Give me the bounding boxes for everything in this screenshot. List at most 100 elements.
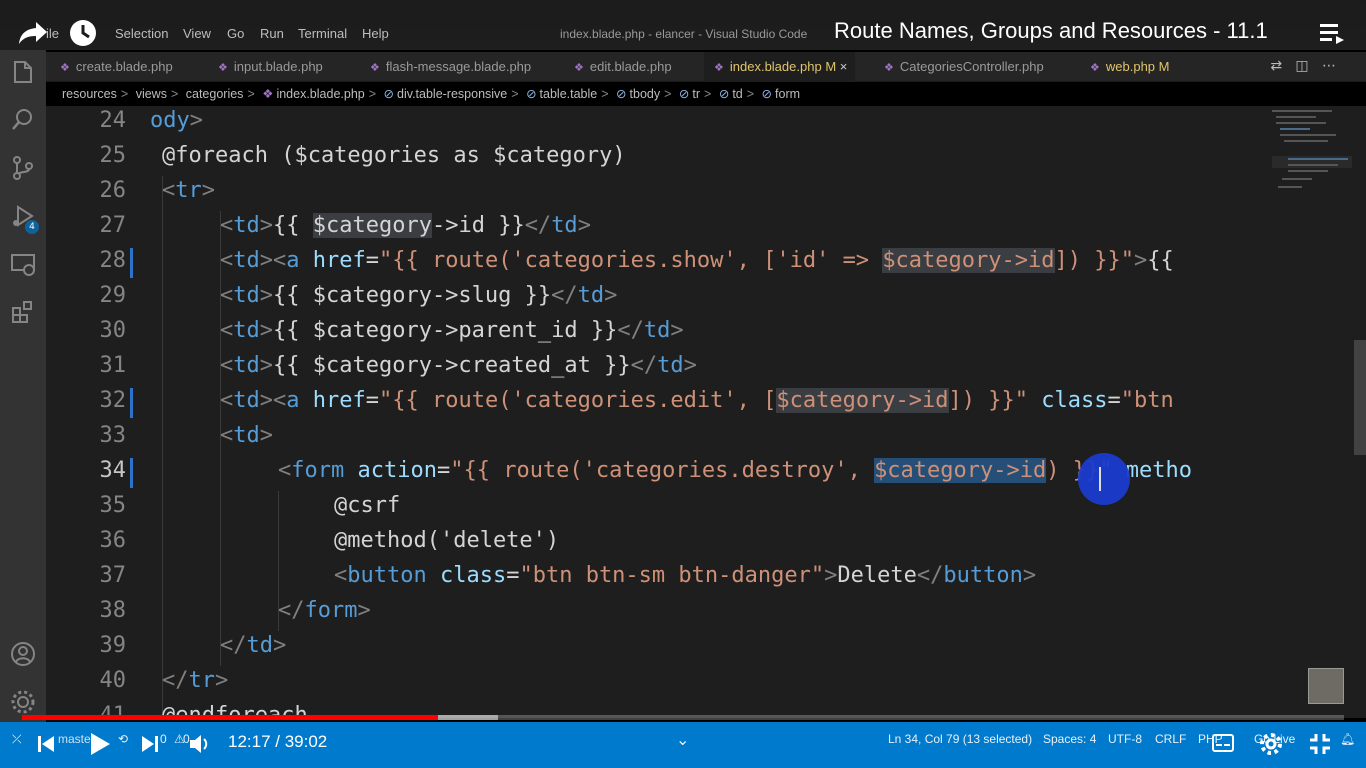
- line-number: 33: [99, 423, 127, 448]
- breadcrumb-item[interactable]: td: [732, 87, 742, 101]
- element-icon: ⊘: [718, 87, 730, 101]
- play-icon[interactable]: [88, 731, 112, 761]
- code-line: 27 <td>{{ $category->id }}</td>: [46, 211, 1268, 246]
- breadcrumb-item[interactable]: table.table: [540, 87, 598, 101]
- line-number: 29: [99, 283, 127, 308]
- editor-tab-bar: ❖ create.blade.php ❖ input.blade.php ❖ flas…: [46, 52, 1366, 82]
- playlist-icon[interactable]: [1320, 22, 1346, 44]
- tab-flash-message-blade[interactable]: ❖ flash-message.blade.php: [370, 52, 531, 82]
- video-time: 12:17 / 39:02: [228, 732, 328, 751]
- previous-icon[interactable]: [36, 734, 56, 758]
- scrollbar-thumb[interactable]: [1354, 340, 1366, 455]
- menu-run[interactable]: Run: [260, 26, 284, 41]
- line-number: 38: [99, 598, 127, 623]
- presenter-avatar: [1308, 668, 1344, 704]
- tab-label: index.blade.php: [729, 59, 822, 74]
- menu-terminal[interactable]: Terminal: [298, 26, 347, 41]
- open-changes-icon[interactable]: ⇄: [1270, 58, 1282, 74]
- source-control-icon[interactable]: [9, 154, 37, 182]
- line-number: 39: [99, 633, 127, 658]
- remote-icon[interactable]: ⤫: [12, 732, 22, 747]
- status-bar: ⤫ master ⟲ 0 ⚠ 0 12:17 / 39:02 ⌄ Ln 34, …: [0, 722, 1366, 768]
- more-actions-icon[interactable]: ⋯: [1322, 58, 1336, 74]
- breadcrumb-item[interactable]: resources: [62, 87, 117, 101]
- breadcrumb-item[interactable]: tbody: [630, 87, 661, 101]
- tab-input-blade[interactable]: ❖ input.blade.php: [218, 52, 323, 82]
- tab-categories-controller[interactable]: ❖ CategoriesController.php: [884, 52, 1044, 82]
- menu-go[interactable]: Go: [227, 26, 244, 41]
- volume-icon[interactable]: [188, 733, 212, 759]
- code-editor[interactable]: 24 ody> 25 @foreach ($categories as $categ…: [46, 106, 1268, 718]
- tab-label: create.blade.php: [75, 59, 173, 74]
- line-number: 31: [99, 353, 127, 378]
- breadcrumb-item[interactable]: div.table-responsive: [397, 87, 507, 101]
- line-number: 27: [99, 213, 127, 238]
- language-mode[interactable]: PHP: [1198, 732, 1223, 746]
- code-line: 26 <tr>: [46, 176, 1268, 211]
- exit-fullscreen-icon[interactable]: [1308, 732, 1332, 760]
- run-debug-icon[interactable]: [9, 202, 37, 230]
- cursor-position[interactable]: Ln 34, Col 79 (13 selected): [888, 732, 1032, 746]
- breadcrumb-item[interactable]: tr: [692, 87, 700, 101]
- menu-file[interactable]: ile: [46, 26, 59, 41]
- menu-view[interactable]: View: [183, 26, 211, 41]
- next-icon[interactable]: [140, 734, 160, 758]
- tab-index-blade[interactable]: ❖ index.blade.php M ×: [704, 52, 856, 82]
- modified-badge: M: [825, 59, 837, 74]
- line-ending[interactable]: CRLF: [1155, 732, 1186, 746]
- explorer-icon[interactable]: [9, 58, 37, 86]
- tab-web-php[interactable]: ❖ web.php M: [1090, 52, 1170, 82]
- title-bar: ile Selection View Go Run Terminal Help …: [0, 0, 1366, 50]
- code-line: 38 </form>: [46, 596, 1268, 631]
- line-number: 36: [99, 528, 127, 553]
- tab-create-blade[interactable]: ❖ create.blade.php: [60, 52, 173, 82]
- account-icon[interactable]: [9, 640, 37, 668]
- video-progress-played[interactable]: [22, 715, 438, 720]
- notifications-icon[interactable]: 🔔︎: [1340, 732, 1355, 746]
- sync-icon[interactable]: ⟲: [118, 732, 128, 746]
- minimap[interactable]: [1268, 106, 1354, 718]
- blade-file-icon: ❖: [574, 62, 584, 74]
- breadcrumb-item[interactable]: form: [775, 87, 800, 101]
- menu-help[interactable]: Help: [362, 26, 389, 41]
- breadcrumb-item[interactable]: views: [136, 87, 167, 101]
- blade-file-icon: ❖: [218, 62, 228, 74]
- tab-label: input.blade.php: [233, 59, 323, 74]
- search-icon[interactable]: [9, 106, 37, 134]
- element-icon: ⊘: [616, 87, 627, 101]
- watch-later-icon[interactable]: [68, 18, 98, 48]
- settings-gear-icon[interactable]: [9, 688, 37, 716]
- tab-label: edit.blade.php: [589, 59, 672, 74]
- activity-bar: 4: [0, 50, 46, 730]
- extensions-icon[interactable]: [9, 298, 37, 326]
- tab-edit-blade[interactable]: ❖ edit.blade.php: [574, 52, 672, 82]
- element-icon: ⊘: [761, 87, 773, 101]
- git-modified-marker: [130, 248, 133, 278]
- breadcrumb: resources > views > categories > ❖ index.bla…: [62, 87, 801, 101]
- blade-file-icon: ❖: [262, 87, 274, 101]
- breadcrumb-item[interactable]: index.blade.php: [276, 87, 364, 101]
- share-icon[interactable]: [18, 20, 48, 46]
- errors-count[interactable]: 0: [160, 732, 167, 746]
- breadcrumb-item[interactable]: categories: [186, 87, 244, 101]
- encoding[interactable]: UTF-8: [1108, 732, 1142, 746]
- menu-selection[interactable]: Selection: [115, 26, 168, 41]
- tab-label: web.php: [1105, 59, 1156, 74]
- remote-explorer-icon[interactable]: [9, 250, 37, 278]
- code-line: 37 <button class="btn btn-sm btn-danger">…: [46, 561, 1268, 596]
- indentation[interactable]: Spaces: 4: [1043, 732, 1096, 746]
- line-number: 24: [99, 108, 127, 133]
- close-tab-icon[interactable]: ×: [840, 59, 848, 74]
- blade-file-icon: ❖: [60, 62, 70, 74]
- line-number: 35: [99, 493, 127, 518]
- editor-actions: ⇄ ◫ ⋯: [1270, 58, 1336, 74]
- code-line: 36 @method('delete'): [46, 526, 1268, 561]
- split-editor-icon[interactable]: ◫: [1295, 58, 1308, 74]
- chevron-down-icon[interactable]: ⌄: [676, 730, 689, 750]
- line-number: 37: [99, 563, 127, 588]
- settings-icon[interactable]: [1259, 732, 1283, 760]
- line-number: 40: [99, 668, 127, 693]
- line-number: 25: [99, 143, 127, 168]
- cursor-highlight-icon: [1078, 453, 1130, 505]
- code-line: 39 </td>: [46, 631, 1268, 666]
